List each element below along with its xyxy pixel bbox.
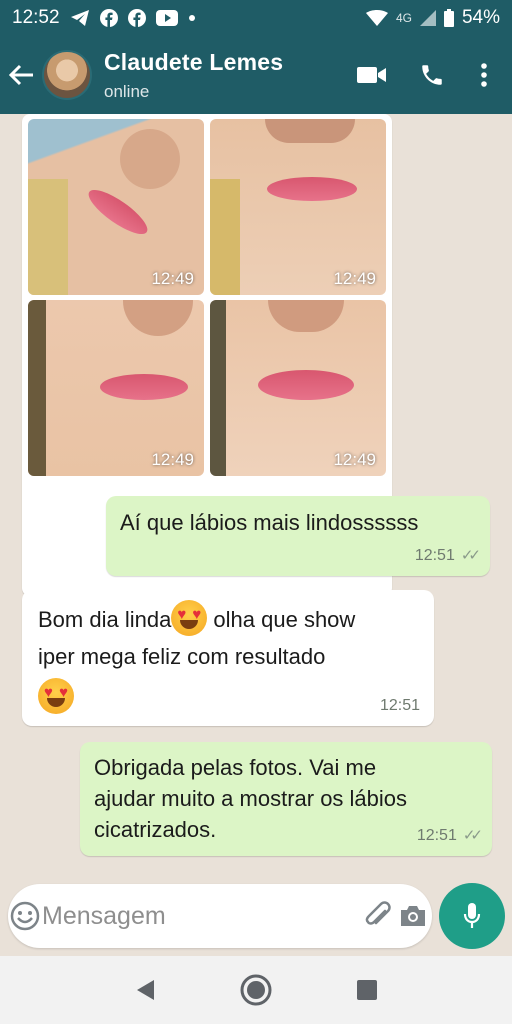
read-receipt-icon: ✓✓ xyxy=(462,826,483,844)
contact-status: online xyxy=(104,81,150,101)
message-time: 12:51 xyxy=(414,547,455,564)
avatar[interactable] xyxy=(42,50,92,100)
youtube-icon xyxy=(155,10,178,26)
outgoing-message[interactable]: Obrigada pelas fotos. Vai me ajudar muit… xyxy=(80,742,492,856)
telegram-icon xyxy=(70,9,90,27)
heart-eyes-emoji-icon xyxy=(38,678,74,714)
chat-header: Claudete Lemes online xyxy=(0,36,512,114)
nav-recents-button[interactable] xyxy=(339,962,395,1018)
photo-thumbnail[interactable]: 12:49 xyxy=(210,119,386,295)
emoji-button[interactable] xyxy=(8,884,42,948)
photo-time: 12:49 xyxy=(151,450,194,469)
message-text: Aí que lábios mais lindossssss xyxy=(120,510,419,535)
chat-area[interactable]: 12:49 12:49 12:49 12:49 Aí que lábios ma… xyxy=(0,114,512,956)
status-time: 12:52 xyxy=(12,7,60,28)
status-bar: 12:52 4G 54% xyxy=(0,0,512,36)
system-navigation-bar xyxy=(0,956,512,1024)
more-vertical-icon xyxy=(481,63,487,87)
message-text: Bom dia linda xyxy=(38,607,172,632)
attach-button[interactable] xyxy=(364,884,394,948)
nav-home-button[interactable] xyxy=(228,962,284,1018)
video-camera-icon xyxy=(357,67,386,83)
photo-time: 12:49 xyxy=(333,269,376,288)
triangle-back-icon xyxy=(137,980,155,1000)
contact-info[interactable]: Claudete Lemes online xyxy=(104,49,283,102)
camera-button[interactable] xyxy=(394,884,432,948)
network-label: 4G xyxy=(395,11,412,25)
smiley-icon xyxy=(10,901,40,931)
message-text-line2: iper mega feliz com resultado xyxy=(38,644,326,669)
facebook-icon xyxy=(99,9,118,27)
photo-thumbnail[interactable]: 12:49 xyxy=(28,119,204,295)
facebook-icon-2 xyxy=(127,9,146,27)
notification-dot-icon xyxy=(188,14,196,22)
phone-icon xyxy=(422,65,442,85)
photo-thumbnail[interactable]: 12:49 xyxy=(28,300,204,476)
paperclip-icon xyxy=(365,901,391,925)
read-receipt-icon: ✓✓ xyxy=(460,546,481,564)
message-composer xyxy=(8,884,432,948)
photo-time: 12:49 xyxy=(333,450,376,469)
square-recents-icon xyxy=(356,980,377,1000)
message-time: 12:51 xyxy=(379,697,420,714)
battery-icon xyxy=(443,9,454,27)
message-text: Obrigada pelas fotos. Vai me ajudar muit… xyxy=(94,755,408,843)
home-circle-icon xyxy=(240,974,272,1006)
voice-message-button[interactable] xyxy=(439,883,505,949)
contact-name: Claudete Lemes xyxy=(104,48,284,75)
message-text-cont: olha que show xyxy=(207,607,356,632)
voice-call-button[interactable] xyxy=(402,45,462,105)
battery-level: 54% xyxy=(461,7,500,28)
heart-eyes-emoji-icon xyxy=(171,600,208,636)
arrow-left-icon xyxy=(9,64,33,86)
back-button[interactable] xyxy=(2,36,42,114)
camera-icon xyxy=(401,906,426,926)
incoming-message[interactable]: Bom dia linda olha que show iper mega fe… xyxy=(22,590,434,726)
more-options-button[interactable] xyxy=(462,45,506,105)
wifi-icon xyxy=(365,10,388,26)
nav-back-button[interactable] xyxy=(117,962,173,1018)
signal-icon xyxy=(419,10,436,26)
photo-time: 12:49 xyxy=(151,269,194,288)
video-call-button[interactable] xyxy=(342,45,402,105)
message-input[interactable] xyxy=(42,901,364,931)
message-time: 12:51 xyxy=(416,827,457,844)
outgoing-message[interactable]: Aí que lábios mais lindossssss 12:51 ✓✓ xyxy=(106,496,490,576)
photo-thumbnail[interactable]: 12:49 xyxy=(210,300,386,476)
microphone-icon xyxy=(463,903,481,928)
